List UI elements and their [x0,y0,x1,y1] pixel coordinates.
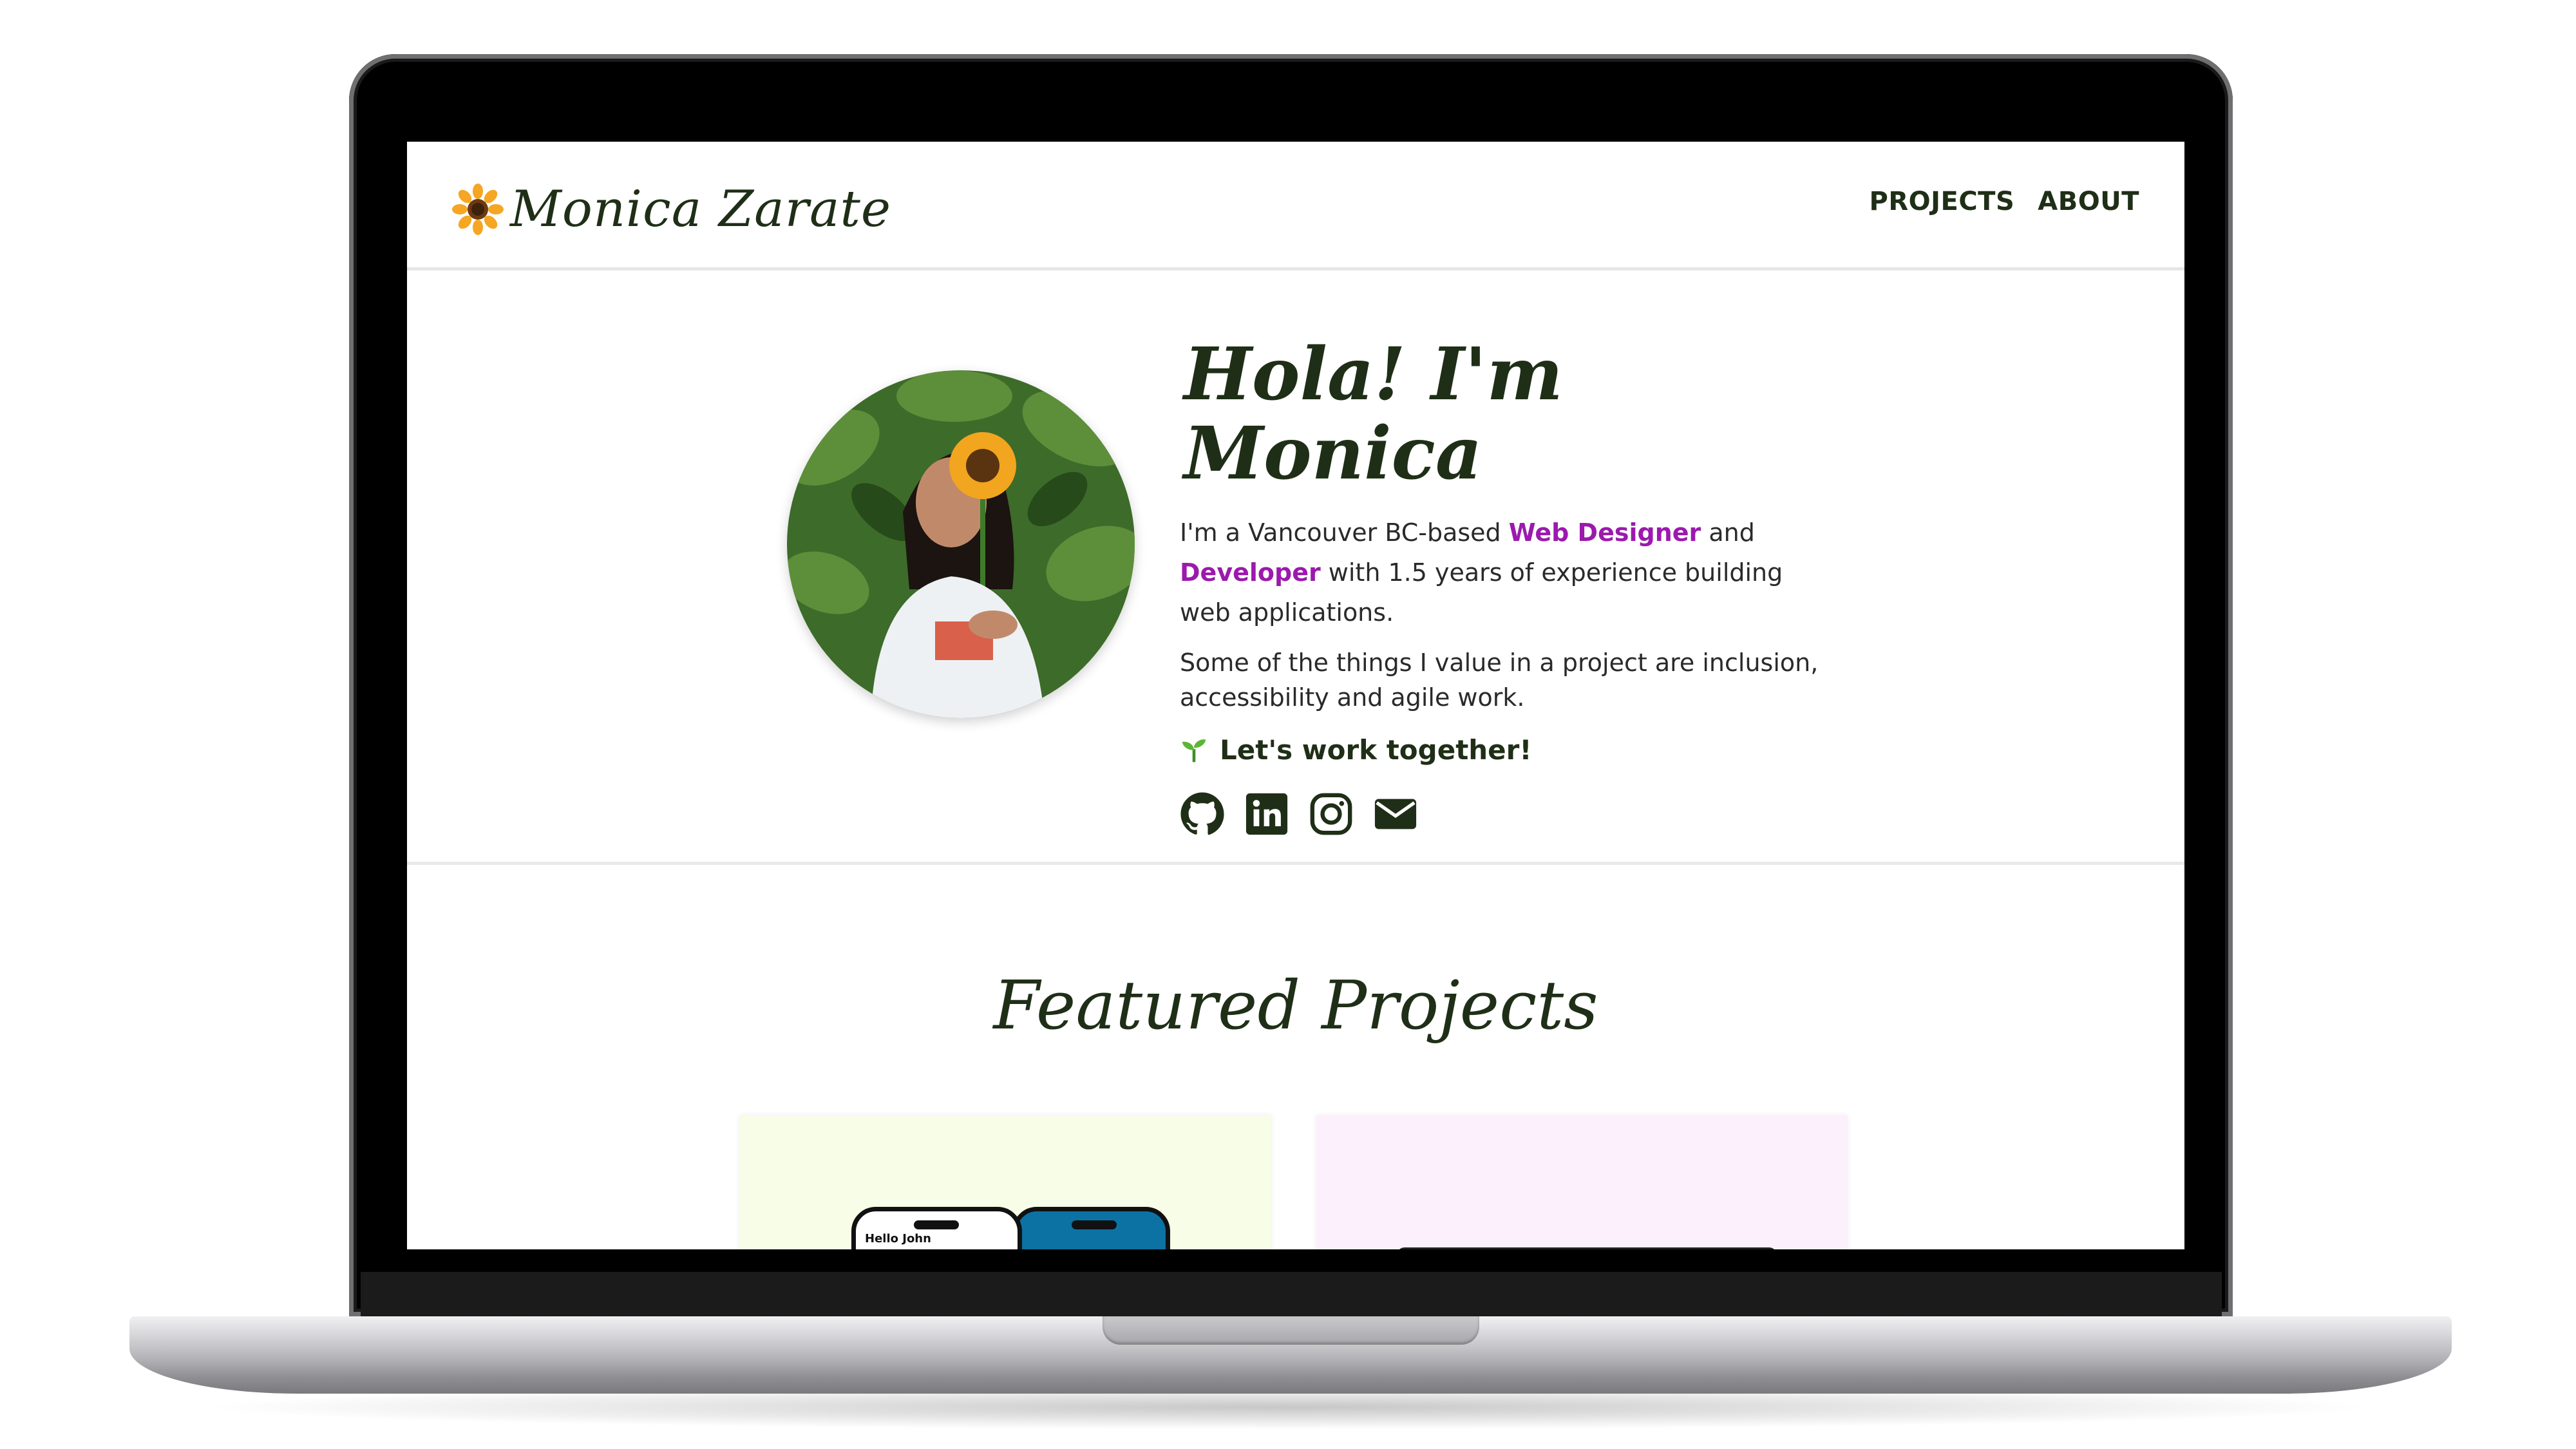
phone-greeting: Hello John [865,1232,931,1245]
project-card-1[interactable]: Hello John [740,1115,1271,1249]
phone-mockup-blue [1012,1207,1170,1249]
project-card-2[interactable] [1316,1115,1848,1249]
web-designer-highlight: Web Designer [1508,518,1701,547]
hero-heading: Hola! I'm Monica [1184,332,1563,497]
cta: Let's work together! [1180,734,1837,766]
hero-text: Hola! I'm Monica I'm a Vancouver BC-base… [1180,335,1837,837]
email-icon[interactable] [1373,791,1418,837]
laptop-notch [1103,1316,1479,1345]
logo-text: Monica Zarate [510,180,891,238]
card-2-device-top [1397,1247,1777,1249]
logo[interactable]: Monica Zarate [452,177,891,242]
navbar: Monica Zarate PROJECTS ABOUT [407,142,2184,270]
profile-photo [787,370,1135,718]
nav-links: PROJECTS ABOUT [1870,187,2140,216]
instagram-icon[interactable] [1309,791,1354,837]
nav-projects-link[interactable]: PROJECTS [1870,187,2015,216]
phone-mockup-white: Hello John [851,1207,1022,1249]
phone-notch [914,1220,959,1229]
cta-text: Let's work together! [1220,734,1532,766]
seedling-icon [1182,739,1206,762]
github-icon[interactable] [1180,791,1225,837]
screen: Monica Zarate PROJECTS ABOUT Hola! I'm M… [407,142,2184,1249]
hero-intro: I'm a Vancouver BC-based Web Designer an… [1180,513,1837,632]
intro-text-2: and [1701,518,1755,547]
linkedin-icon[interactable] [1244,791,1289,837]
sunflower-icon [452,184,504,235]
featured-projects-heading: Featured Projects [993,966,1598,1045]
developer-highlight: Developer [1180,558,1321,587]
intro-text-1: I'm a Vancouver BC-based [1180,518,1509,547]
hero-values: Some of the things I value in a project … [1180,649,1819,712]
phone-notch [1072,1220,1117,1229]
laptop-hinge [361,1272,2222,1316]
section-divider [407,862,2184,865]
social-links [1180,791,1837,837]
nav-about-link[interactable]: ABOUT [2038,187,2139,216]
